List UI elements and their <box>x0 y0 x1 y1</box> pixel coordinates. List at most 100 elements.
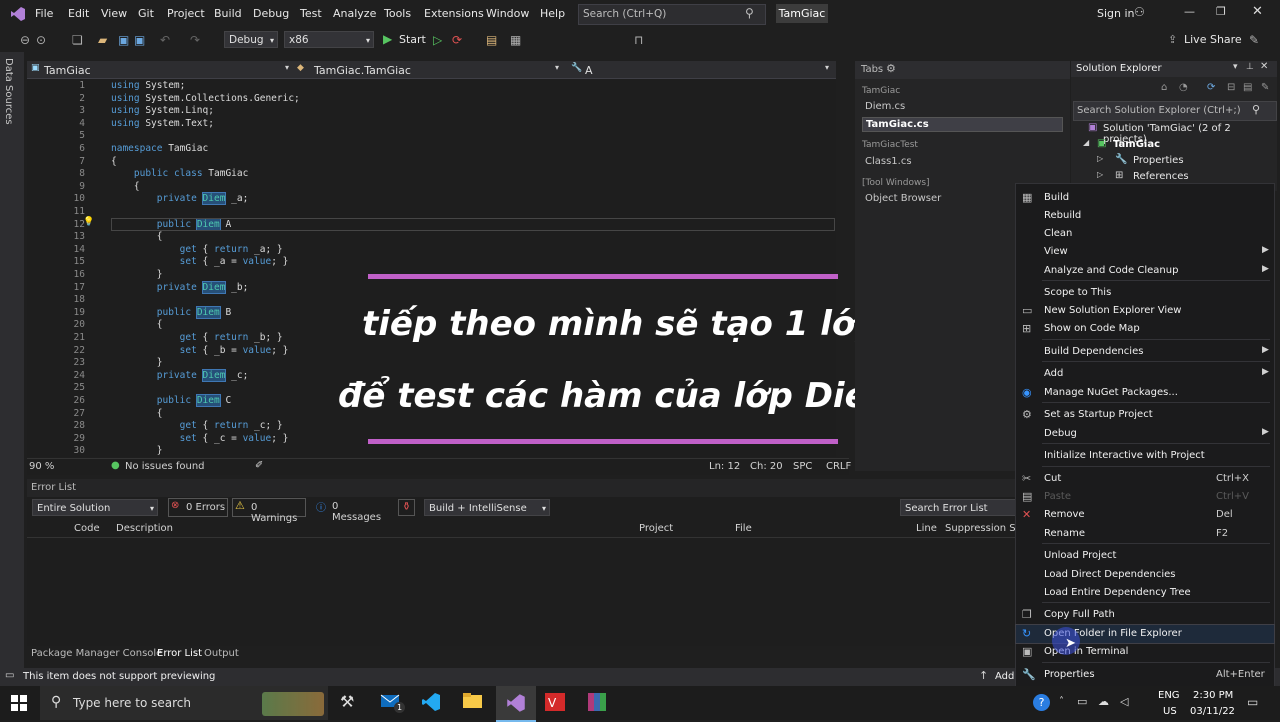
cleanup-brush-icon[interactable]: ✐ <box>255 460 263 471</box>
code-line[interactable]: set { _c = value; } <box>111 433 289 444</box>
tree-solution-node[interactable]: ▣ Solution 'TamGiac' (2 of 2 projects) <box>1083 122 1273 145</box>
data-sources-tab[interactable]: Data Sources <box>3 58 14 125</box>
browse-icon[interactable]: ▤ <box>486 33 497 47</box>
new-project-icon[interactable]: ❏ <box>72 33 83 47</box>
search-input[interactable]: Search (Ctrl+Q) ⚲ <box>578 4 766 25</box>
ctx-item-new-solution-explorer-view[interactable]: ▭ New Solution Explorer View <box>1016 302 1274 320</box>
chevron-down-icon[interactable]: ▾ <box>1233 62 1238 72</box>
ctx-item-debug[interactable]: Debug ▶ <box>1016 425 1274 443</box>
menu-extensions[interactable]: Extensions <box>424 7 484 20</box>
restore-button[interactable]: ❐ <box>1216 5 1226 18</box>
ctx-item-build[interactable]: ▦ Build <box>1016 189 1274 207</box>
close-icon[interactable]: ✕ <box>1260 61 1268 72</box>
sign-in-link[interactable]: Sign in <box>1097 7 1135 20</box>
windows-start-icon[interactable] <box>11 695 27 711</box>
ctx-item-rename[interactable]: Rename F2 <box>1016 525 1274 543</box>
tab-package-manager-console[interactable]: Package Manager Console <box>31 648 162 659</box>
ctx-item-remove[interactable]: ✕ Remove Del <box>1016 506 1274 524</box>
project-nav-combo[interactable]: TamGiac <box>44 64 91 77</box>
code-line[interactable]: } <box>111 445 163 456</box>
taskbar-winrar-icon[interactable] <box>586 692 610 714</box>
start-without-debugging-icon[interactable]: ▷ <box>433 33 442 47</box>
whitespace-mode[interactable]: SPC <box>793 461 812 472</box>
ctx-item-copy-full-path[interactable]: ❐ Copy Full Path <box>1016 606 1274 624</box>
volume-icon[interactable]: ◁ <box>1120 695 1128 708</box>
ctx-item-manage-nuget-packages[interactable]: ◉ Manage NuGet Packages... <box>1016 384 1274 402</box>
save-all-icon[interactable]: ▣ <box>134 33 145 47</box>
code-line[interactable]: set { _b = value; } <box>111 345 289 356</box>
ctx-item-add[interactable]: Add ▶ <box>1016 365 1274 383</box>
show-all-files-icon[interactable]: ▤ <box>1243 82 1252 93</box>
collapsed-arrow-icon[interactable]: ▷ <box>1097 154 1103 163</box>
column-line[interactable]: Line <box>916 523 937 534</box>
menu-edit[interactable]: Edit <box>68 7 89 20</box>
gear-icon[interactable]: ⚙ <box>886 62 896 75</box>
build-intellisense-select[interactable]: Build + IntelliSense ▾ <box>424 499 550 516</box>
account-icon[interactable]: ⚇ <box>1134 5 1145 19</box>
ctx-item-clean[interactable]: Clean <box>1016 225 1274 243</box>
ctx-item-scope-to-this[interactable]: Scope to This <box>1016 284 1274 302</box>
column-description[interactable]: Description <box>116 523 173 534</box>
redo-icon[interactable]: ↷ <box>190 33 200 47</box>
refresh-icon[interactable]: ⟳ <box>1207 82 1215 93</box>
ctx-item-rebuild[interactable]: Rebuild <box>1016 207 1274 225</box>
tab-entry-diem-cs[interactable]: Diem.cs <box>862 100 1061 113</box>
tab-output[interactable]: Output <box>204 648 239 659</box>
code-line[interactable]: private Diem _a; <box>111 192 248 206</box>
code-line[interactable]: get { return _b; } <box>111 332 283 343</box>
column-code[interactable]: Code <box>74 523 100 534</box>
bookmark-icon[interactable]: ⊓ <box>634 33 643 47</box>
menu-debug[interactable]: Debug <box>253 7 289 20</box>
ctx-item-view[interactable]: View ▶ <box>1016 243 1274 261</box>
messages-filter-button[interactable]: ⓘ 0 Messages <box>314 498 388 523</box>
ctx-item-load-direct-dependencies[interactable]: Load Direct Dependencies <box>1016 566 1274 584</box>
tree-references-node[interactable]: ▷ ⊞ References <box>1097 170 1267 184</box>
tree-project-node[interactable]: ◢ ▣ TamGiac <box>1083 138 1273 152</box>
close-button[interactable]: ✕ <box>1252 4 1263 19</box>
warnings-filter-button[interactable]: ⚠ 0 Warnings <box>232 498 306 524</box>
clock-date[interactable]: 03/11/22 <box>1190 706 1235 717</box>
column-project[interactable]: Project <box>639 523 673 534</box>
hot-reload-icon[interactable]: ⟳ <box>452 33 462 47</box>
ctx-item-load-entire-dependency-tree[interactable]: Load Entire Dependency Tree <box>1016 584 1274 602</box>
forward-icon[interactable]: ⊙ <box>36 33 46 47</box>
menu-view[interactable]: View <box>101 7 127 20</box>
minimize-button[interactable]: — <box>1184 5 1195 18</box>
git-icon[interactable]: ◔ <box>1179 82 1188 93</box>
code-line[interactable]: using System.Text; <box>111 118 214 129</box>
errors-filter-button[interactable]: ⊗ 0 Errors <box>168 498 228 517</box>
code-line[interactable]: set { _a = value; } <box>111 256 289 267</box>
column-suppression[interactable]: Suppression Sta <box>945 523 1026 534</box>
wrench-icon[interactable]: ✎ <box>1261 82 1269 93</box>
code-line[interactable]: public Diem B <box>111 305 231 319</box>
code-line[interactable]: } <box>111 269 163 280</box>
ctx-item-build-dependencies[interactable]: Build Dependencies ▶ <box>1016 343 1274 361</box>
onedrive-icon[interactable]: ☁ <box>1098 695 1109 708</box>
code-line[interactable]: { <box>111 408 163 419</box>
back-icon[interactable]: ⊖ <box>20 33 30 47</box>
menu-help[interactable]: Help <box>540 7 565 20</box>
code-line[interactable]: using System.Linq; <box>111 105 214 116</box>
code-line[interactable]: private Diem _b; <box>111 280 248 294</box>
up-arrow-icon[interactable]: ↑ <box>979 669 988 682</box>
type-nav-combo[interactable]: TamGiac.TamGiac <box>314 64 411 77</box>
menu-project[interactable]: Project <box>167 7 205 20</box>
ctx-item-set-as-startup-project[interactable]: ⚙ Set as Startup Project <box>1016 406 1274 424</box>
member-nav-combo[interactable]: A <box>585 64 593 77</box>
open-file-icon[interactable]: ▰ <box>98 33 107 47</box>
ctx-item-unload-project[interactable]: Unload Project <box>1016 547 1274 565</box>
menu-file[interactable]: File <box>35 7 53 20</box>
input-language[interactable]: ENG <box>1158 690 1180 701</box>
network-icon[interactable]: ▭ <box>1077 695 1087 708</box>
code-line[interactable]: { <box>111 156 117 167</box>
live-share-icon[interactable]: ⇪ <box>1168 33 1177 46</box>
taskbar-help-icon[interactable]: ? <box>1033 694 1050 711</box>
add-to-source-control-button[interactable]: Add <box>995 671 1014 682</box>
collapsed-arrow-icon[interactable]: ▷ <box>1097 170 1103 179</box>
feedback-icon[interactable]: ✎ <box>1249 33 1259 47</box>
taskbar-mail-icon[interactable]: 1 <box>380 692 405 714</box>
tray-chevron-up-icon[interactable]: ˄ <box>1059 696 1064 707</box>
menu-analyze[interactable]: Analyze <box>333 7 376 20</box>
error-list-search-input[interactable]: Search Error List <box>900 499 1016 516</box>
ctx-item-show-on-code-map[interactable]: ⊞ Show on Code Map <box>1016 320 1274 338</box>
